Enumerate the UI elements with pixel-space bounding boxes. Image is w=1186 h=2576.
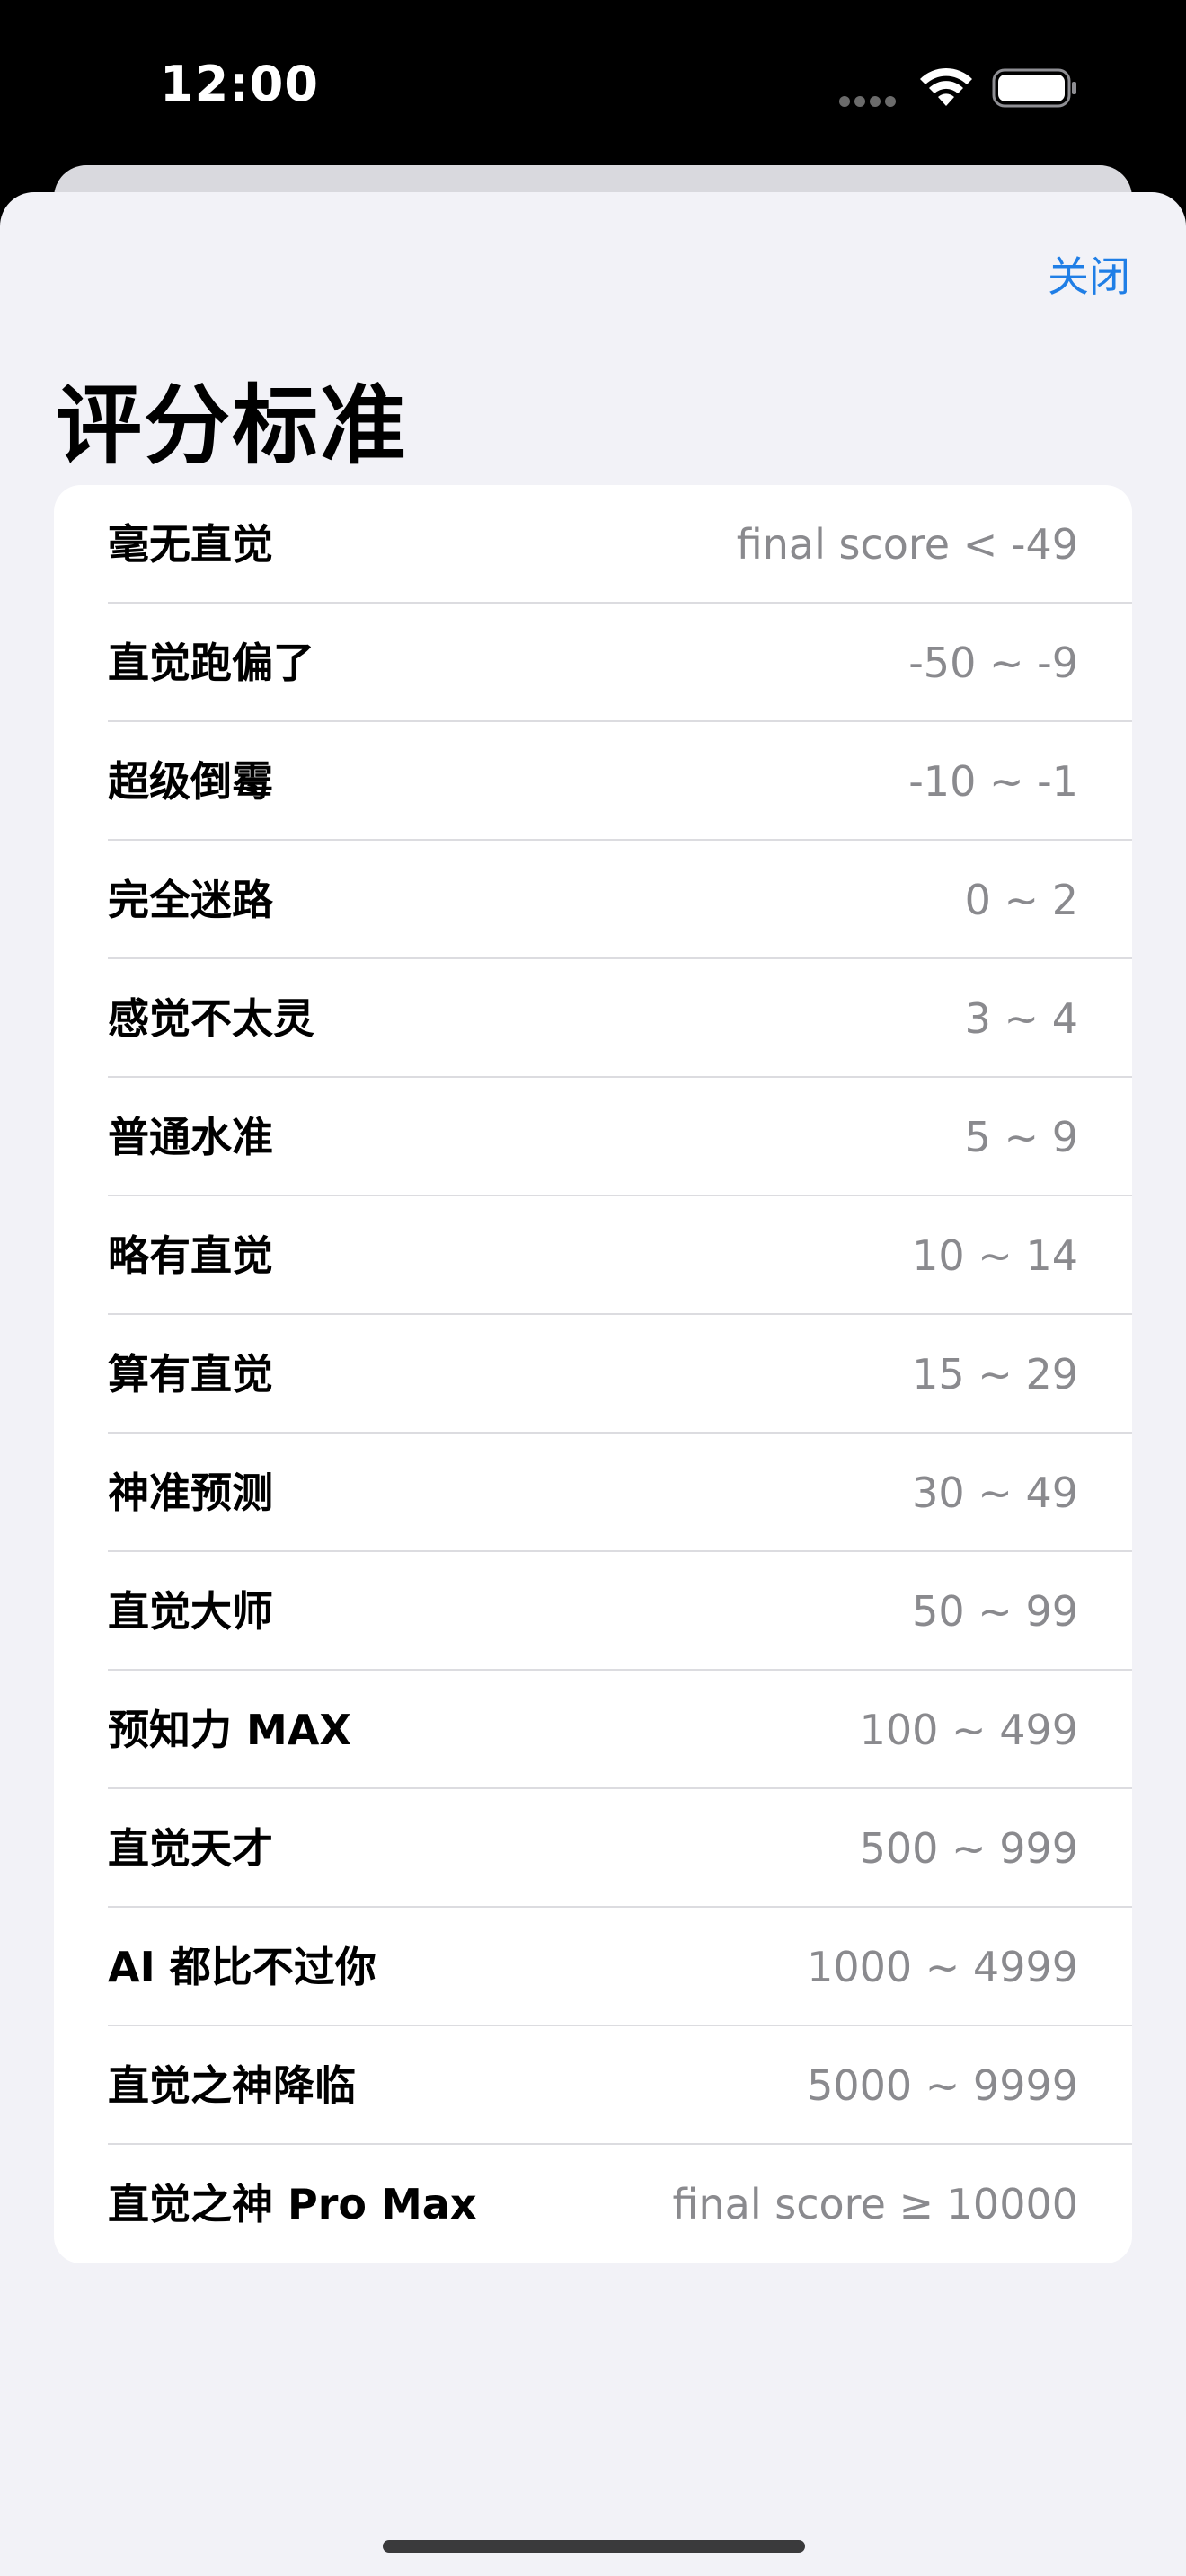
status-time: 12:00 (160, 56, 319, 112)
criteria-label: 直觉大师 (108, 1587, 273, 1636)
criteria-label: 直觉天才 (108, 1824, 273, 1873)
list-item: 毫无直觉 final score < -49 (108, 485, 1132, 604)
criteria-range: 3 ~ 4 (964, 994, 1078, 1043)
criteria-label: 直觉之神 Pro Max (108, 2180, 477, 2228)
criteria-label: 略有直觉 (108, 1231, 273, 1280)
cellular-icon (839, 93, 902, 107)
list-item: 超级倒霉 -10 ~ -1 (108, 722, 1132, 841)
criteria-range: -10 ~ -1 (908, 757, 1078, 806)
list-item: 直觉跑偏了 -50 ~ -9 (108, 604, 1132, 722)
criteria-range: final score < -49 (736, 520, 1078, 569)
criteria-range: 5000 ~ 9999 (807, 2061, 1078, 2110)
list-item: 直觉大师 50 ~ 99 (108, 1552, 1132, 1671)
list-item: 完全迷路 0 ~ 2 (108, 841, 1132, 959)
battery-icon (992, 68, 1076, 108)
list-item: 神准预测 30 ~ 49 (108, 1434, 1132, 1552)
list-item: 直觉之神降临 5000 ~ 9999 (108, 2026, 1132, 2145)
list-item: AI 都比不过你 1000 ~ 4999 (108, 1908, 1132, 2026)
criteria-range: 30 ~ 49 (912, 1469, 1078, 1517)
criteria-label: 直觉跑偏了 (108, 639, 314, 687)
close-button[interactable]: 关闭 (1048, 244, 1130, 304)
criteria-range: 0 ~ 2 (964, 876, 1078, 924)
page-title: 评分标准 (56, 375, 408, 476)
wifi-icon (920, 67, 972, 106)
criteria-range: 1000 ~ 4999 (807, 1943, 1078, 1991)
criteria-range: 5 ~ 9 (964, 1113, 1078, 1161)
list-item: 算有直觉 15 ~ 29 (108, 1315, 1132, 1434)
criteria-label: 预知力 MAX (108, 1706, 351, 1754)
criteria-label: 超级倒霉 (108, 757, 273, 806)
home-indicator[interactable] (383, 2540, 805, 2553)
list-item: 直觉之神 Pro Max final score ≥ 10000 (108, 2145, 1132, 2263)
criteria-label: AI 都比不过你 (108, 1943, 376, 1991)
criteria-range: -50 ~ -9 (908, 639, 1078, 687)
list-item: 感觉不太灵 3 ~ 4 (108, 959, 1132, 1078)
list-item: 直觉天才 500 ~ 999 (108, 1789, 1132, 1908)
criteria-range: 100 ~ 499 (859, 1706, 1078, 1754)
modal-sheet: 关闭 评分标准 毫无直觉 final score < -49 直觉跑偏了 -50… (0, 192, 1186, 2576)
criteria-range: 15 ~ 29 (912, 1350, 1078, 1398)
criteria-range: 50 ~ 99 (912, 1587, 1078, 1636)
criteria-label: 直觉之神降临 (108, 2061, 356, 2110)
list-item: 预知力 MAX 100 ~ 499 (108, 1671, 1132, 1789)
criteria-label: 神准预测 (108, 1469, 273, 1517)
list-item: 略有直觉 10 ~ 14 (108, 1196, 1132, 1315)
status-bar: 12:00 (0, 0, 1186, 171)
criteria-label: 算有直觉 (108, 1350, 273, 1398)
criteria-range: final score ≥ 10000 (672, 2180, 1078, 2228)
screen: 12:00 关闭 评分标准 毫无直觉 final score < -49 直觉跑… (0, 0, 1186, 2576)
criteria-list: 毫无直觉 final score < -49 直觉跑偏了 -50 ~ -9 超级… (54, 485, 1132, 2263)
criteria-label: 毫无直觉 (108, 520, 273, 569)
criteria-range: 500 ~ 999 (859, 1824, 1078, 1873)
criteria-label: 普通水准 (108, 1113, 273, 1161)
criteria-label: 感觉不太灵 (108, 994, 314, 1043)
criteria-label: 完全迷路 (108, 876, 273, 924)
list-item: 普通水准 5 ~ 9 (108, 1078, 1132, 1196)
criteria-range: 10 ~ 14 (912, 1231, 1078, 1280)
